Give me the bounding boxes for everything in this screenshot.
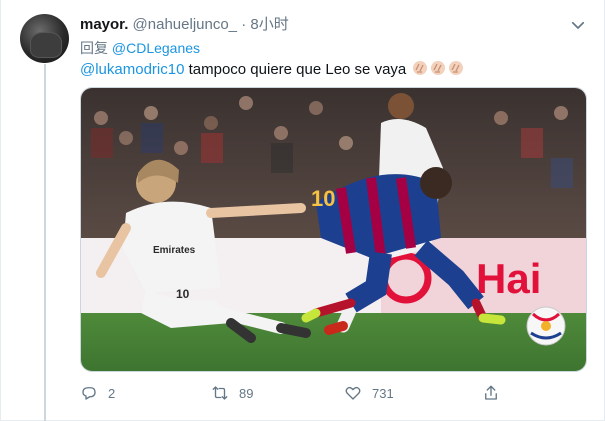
tweet-header: mayor. @nahueljunco_ · 8小时: [80, 16, 289, 34]
like-button[interactable]: 731: [344, 383, 394, 403]
clap-emoji-icon: [431, 61, 446, 75]
clap-emoji-icon: [413, 61, 428, 75]
photo-football-scene: Hai 10 Emirates 10: [81, 88, 586, 371]
tweet-text: @lukamodric10 tampoco quiere que Leo se …: [80, 60, 464, 79]
reply-button[interactable]: 2: [80, 383, 115, 403]
tweet-body: tampoco quiere que Leo se vaya: [184, 61, 407, 78]
barca-number: 10: [311, 186, 335, 211]
football: [526, 306, 566, 346]
replying-to-link[interactable]: @CDLeganes: [112, 40, 200, 56]
card-border-left: [0, 0, 1, 421]
like-count: 731: [372, 385, 394, 401]
caret-down-icon[interactable]: [569, 16, 587, 34]
tweet-timestamp[interactable]: 8小时: [250, 16, 288, 33]
reply-icon: [82, 387, 96, 400]
share-button[interactable]: [482, 383, 510, 403]
board-text: Hai: [476, 255, 541, 302]
share-icon: [485, 385, 497, 400]
clap-emoji-icon: [449, 61, 464, 75]
avatar-image: [30, 32, 62, 58]
sponsor-text: Emirates: [153, 245, 196, 256]
tweet-actions: 2 89 731: [80, 383, 500, 403]
like-icon: [345, 386, 361, 400]
thread-connector-line: [44, 64, 46, 421]
replying-to: 回复 @CDLeganes: [80, 38, 200, 58]
mention-link[interactable]: @lukamodric10: [80, 61, 184, 78]
reply-count: 2: [108, 385, 116, 401]
header-separator: ·: [241, 16, 247, 33]
avatar[interactable]: [20, 14, 69, 63]
author-name[interactable]: mayor.: [80, 16, 128, 33]
jersey-number: 10: [176, 287, 190, 301]
retweet-icon: [212, 386, 228, 400]
tweet-photo[interactable]: Hai 10 Emirates 10: [80, 87, 587, 372]
author-handle[interactable]: @nahueljunco_: [133, 16, 237, 33]
replying-label: 回复: [80, 40, 108, 56]
retweet-button[interactable]: 89: [211, 383, 253, 403]
retweet-count: 89: [239, 385, 254, 401]
